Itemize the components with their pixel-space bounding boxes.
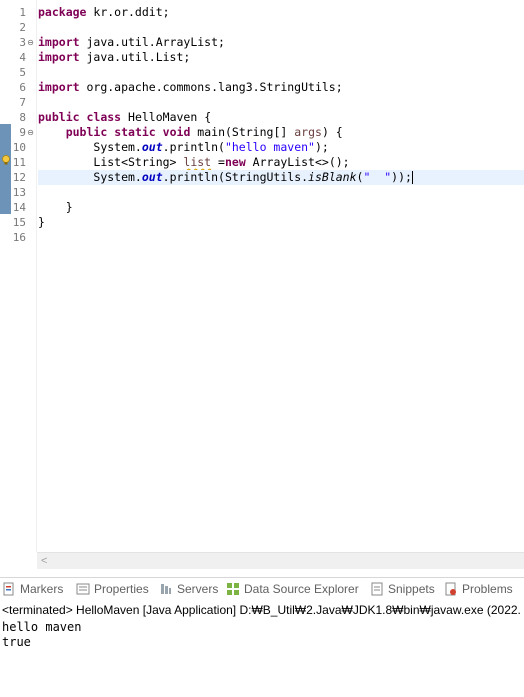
code-text: )); (391, 170, 412, 184)
tab-label: Properties (94, 582, 149, 596)
tab-label: Markers (20, 582, 64, 596)
static-method: isBlank (308, 170, 357, 184)
string-literal: "hello maven" (224, 140, 315, 154)
console-status: <terminated> HelloMaven [Java Applicatio… (2, 603, 524, 617)
code-line: public class HelloMaven { (38, 110, 524, 125)
text-caret (411, 171, 413, 184)
code-text: ); (314, 140, 329, 154)
tab-servers[interactable]: Servers (159, 581, 218, 597)
code-text: main(String[] (190, 125, 295, 139)
keyword: import (38, 35, 80, 49)
annotation-ruler (0, 0, 12, 552)
line-number: 16 (12, 231, 26, 244)
line-number: 1 (19, 6, 26, 19)
keyword: void (162, 125, 191, 139)
line-number: 11 (12, 156, 26, 169)
code-text: .println(StringUtils. (162, 170, 309, 184)
code-line: package kr.or.ddit; (38, 5, 524, 20)
gutter-separator (36, 0, 37, 552)
static-field: out (141, 170, 163, 184)
code-text: java.util.List; (79, 50, 191, 64)
tab-label: Problems (462, 582, 513, 596)
line-number: 8 (19, 111, 26, 124)
code-line: public static void main(String[] args) { (38, 125, 524, 140)
line-number: 3 (19, 36, 26, 49)
keyword: static (114, 125, 156, 139)
change-marker-bar (0, 124, 11, 214)
fold-collapse-icon[interactable]: ⊖ (26, 38, 35, 47)
console-line: hello maven (2, 620, 82, 634)
current-code-line: System.out.println(StringUtils.isBlank("… (38, 170, 524, 185)
code-text: java.util.ArrayList; (79, 35, 225, 49)
code-text: System. (93, 170, 142, 184)
code-line: } (38, 215, 524, 230)
line-number: 15 (12, 216, 26, 229)
servers-icon (161, 584, 171, 594)
code-text: ArrayList<>(); (245, 155, 350, 169)
line-number: 9 (19, 126, 26, 139)
code-line: import java.util.List; (38, 50, 524, 65)
problems-icon (445, 582, 456, 596)
properties-icon (76, 583, 90, 595)
static-field: out (141, 140, 163, 154)
views-tab-bar: Markers Properties Servers Data Source E… (0, 577, 524, 600)
line-number: 12 (12, 171, 26, 184)
keyword: new (224, 155, 246, 169)
code-line: import org.apache.commons.lang3.StringUt… (38, 80, 524, 95)
string-literal: " " (363, 170, 392, 184)
code-text: = (211, 155, 225, 169)
tab-data-source-explorer[interactable]: Data Source Explorer (226, 581, 359, 597)
horizontal-scrollbar[interactable]: < (37, 552, 524, 569)
unused-variable[interactable]: list (183, 155, 211, 169)
code-editor[interactable]: 1 2 3 4 5 6 7 8 9 10 11 12 13 14 15 16 ⊖… (0, 0, 524, 552)
warning-lightbulb-icon[interactable] (1, 155, 11, 165)
tab-label: Data Source Explorer (244, 582, 359, 596)
tab-properties[interactable]: Properties (76, 581, 149, 597)
code-text: } (38, 215, 45, 229)
code-line: System.out.println("hello maven"); (38, 140, 524, 155)
code-text: HelloMaven { (121, 110, 212, 124)
code-text: ) { (321, 125, 343, 139)
line-number: 2 (19, 21, 26, 34)
code-text: org.apache.commons.lang3.StringUtils; (79, 80, 343, 94)
keyword: import (38, 50, 80, 64)
line-number: 10 (12, 141, 26, 154)
code-line: } (38, 200, 524, 215)
keyword: public (38, 110, 80, 124)
code-text: System. (93, 140, 142, 154)
tab-label: Servers (177, 582, 219, 596)
keyword: package (38, 5, 87, 19)
code-text: .println( (162, 140, 225, 154)
line-number: 4 (19, 51, 26, 64)
data-source-icon (227, 583, 239, 595)
tab-label: Snippets (388, 582, 435, 596)
code-line: List<String> list =new ArrayList<>(); (38, 155, 524, 170)
markers-icon (3, 582, 14, 596)
fold-collapse-icon[interactable]: ⊖ (26, 128, 35, 137)
line-number: 14 (12, 201, 26, 214)
line-number: 5 (19, 66, 26, 79)
line-number: 7 (19, 96, 26, 109)
tab-markers[interactable]: Markers (2, 581, 63, 597)
console-line: true (2, 635, 31, 649)
code-text: List<String> (93, 155, 184, 169)
tab-snippets[interactable]: Snippets (370, 581, 435, 597)
line-number: 6 (19, 81, 26, 94)
scroll-left-icon[interactable]: < (41, 553, 47, 569)
keyword: import (38, 80, 80, 94)
code-text: } (38, 200, 73, 214)
snippets-icon (371, 582, 383, 596)
keyword: public (65, 125, 108, 139)
tab-problems[interactable]: Problems (444, 581, 513, 597)
parameter: args (294, 125, 322, 139)
keyword: class (86, 110, 122, 124)
code-text: kr.or.ddit; (86, 5, 170, 19)
code-line: import java.util.ArrayList; (38, 35, 524, 50)
line-number: 13 (12, 186, 26, 199)
